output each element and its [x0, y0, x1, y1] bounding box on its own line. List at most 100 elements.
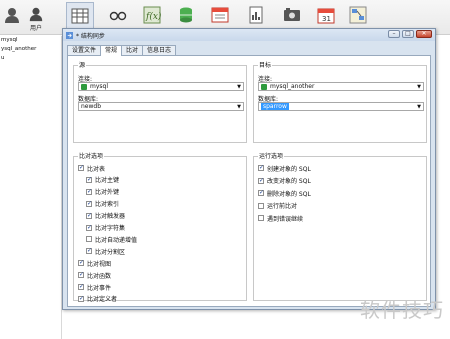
compare-option[interactable]: 比对表 [78, 163, 105, 173]
compare-option-label: 比对字符集 [95, 225, 126, 232]
checkbox-checked[interactable] [86, 176, 92, 183]
table-icon [71, 8, 89, 24]
compare-option[interactable]: 比对自动递增值 [86, 234, 137, 244]
checkbox-checked[interactable] [258, 177, 264, 184]
run-options-title: 运行选项 [258, 153, 285, 160]
compare-option[interactable]: 比对字符集 [86, 223, 125, 233]
compare-option-label: 比对事件 [87, 284, 112, 292]
source-database-select[interactable]: newdb ▼ [78, 102, 244, 111]
compare-option[interactable]: 比对触发器 [86, 211, 125, 221]
tab-message-log[interactable]: 信息日志 [142, 45, 177, 55]
minimize-button[interactable]: – [388, 30, 400, 38]
compare-option-label: 比对分割区 [95, 248, 126, 256]
checkbox-checked[interactable] [78, 283, 84, 290]
close-button[interactable]: ✕ [416, 30, 432, 38]
compare-option-label: 比对外键 [95, 189, 120, 197]
tab-profile[interactable]: 设置文件 [67, 45, 102, 55]
run-option[interactable]: 删除对象的 SQL [258, 188, 311, 198]
checkbox-checked[interactable] [78, 271, 84, 279]
glasses-icon [109, 11, 127, 21]
chevron-down-icon: ▼ [417, 84, 421, 90]
sync-icon [66, 31, 73, 39]
checkbox-unchecked[interactable] [258, 202, 264, 209]
window-title: * 结构同步 [76, 32, 105, 40]
source-database-value: newdb [81, 103, 102, 110]
compare-option[interactable]: 比对事件 [78, 282, 111, 292]
run-option[interactable]: 运行前比对 [258, 201, 297, 211]
chevron-down-icon: ▼ [237, 104, 241, 110]
connection-icon [81, 83, 87, 90]
run-option-label: 删除对象的 SQL [267, 190, 311, 198]
user-icon [5, 8, 19, 23]
form-icon [211, 7, 229, 23]
target-title: 目标 [258, 62, 273, 69]
compare-option-label: 比对索引 [95, 201, 120, 209]
target-connection-select[interactable]: mysql_another ▼ [258, 82, 424, 91]
checkbox-checked[interactable] [258, 189, 264, 197]
structure-sync-window: * 结构同步 – □ ✕ 设置文件 常规 比对 信息日志 源 连接: mysql… [62, 28, 436, 310]
svg-text:f(x): f(x) [145, 11, 161, 22]
run-option[interactable]: 遇到错误继续 [258, 213, 303, 223]
schedule-icon: 31 [317, 8, 335, 24]
compare-option[interactable]: 比对主键 [86, 175, 119, 185]
user-button[interactable]: 用户 [22, 2, 50, 32]
checkbox-checked[interactable] [86, 212, 92, 219]
compare-option-label: 比对视图 [87, 260, 112, 268]
general-tab-content: 源 连接: mysql ▼ 数据库: newdb ▼ 目标 连接: mysql_… [67, 55, 431, 307]
database-icon [180, 7, 192, 23]
chevron-down-icon: ▼ [417, 104, 421, 110]
checkbox-checked[interactable] [86, 188, 92, 195]
checkbox-unchecked[interactable] [258, 215, 264, 222]
compare-option-label: 比对函数 [87, 272, 112, 280]
checkbox-checked[interactable] [78, 295, 84, 302]
target-group: 目标 连接: mysql_another ▼ 数据库: sparrow ▼ [253, 62, 427, 143]
run-options-group: 运行选项 创建对象的 SQL 改变对象的 SQL 删除对象的 SQL 运行前比对遇到错… [253, 153, 427, 301]
compare-option-label: 比对定义者 [87, 296, 118, 304]
target-database-value: sparrow [261, 103, 289, 110]
compare-option-label: 比对触发器 [95, 213, 126, 221]
maximize-button[interactable]: □ [402, 30, 414, 38]
compare-option[interactable]: 比对索引 [86, 199, 119, 209]
connection-sidebar: mysql ysql_another u [0, 36, 62, 339]
source-connection-value: mysql [90, 83, 108, 90]
compare-option[interactable]: 比对分割区 [86, 246, 125, 256]
run-option-label: 创建对象的 SQL [267, 165, 311, 173]
tab-general[interactable]: 常规 [100, 45, 123, 56]
compare-options-group: 比对选项 比对表比对主键比对外键比对索引比对触发器比对字符集比对自动递增值比对分… [73, 153, 247, 304]
run-option-label: 遇到错误继续 [267, 215, 304, 223]
checkbox-checked[interactable] [78, 259, 84, 267]
tab-compare[interactable]: 比对 [121, 45, 144, 55]
checkbox-checked[interactable] [258, 164, 264, 171]
sidebar-item-u[interactable]: u [0, 54, 61, 63]
compare-option-label: 比对自动递增值 [95, 236, 138, 244]
checkbox-checked[interactable] [86, 247, 92, 255]
run-option[interactable]: 改变对象的 SQL [258, 176, 311, 186]
compare-option[interactable]: 比对视图 [78, 258, 111, 268]
checkbox-checked[interactable] [86, 200, 92, 207]
user-icon [29, 7, 43, 22]
compare-options-title: 比对选项 [78, 153, 105, 160]
backup-icon [284, 8, 300, 21]
target-database-select[interactable]: sparrow ▼ [258, 102, 424, 111]
run-option-label: 改变对象的 SQL [267, 178, 311, 186]
chevron-down-icon: ▼ [237, 84, 241, 90]
sidebar-item-mysql-another[interactable]: ysql_another [0, 45, 61, 54]
source-connection-select[interactable]: mysql ▼ [78, 82, 244, 91]
run-option[interactable]: 创建对象的 SQL [258, 163, 311, 173]
tab-bar: 设置文件 常规 比对 信息日志 [67, 45, 177, 56]
compare-option[interactable]: 比对函数 [78, 270, 111, 280]
sidebar-item-mysql[interactable]: mysql [0, 36, 61, 45]
checkbox-checked[interactable] [78, 164, 84, 171]
user-label: 用户 [29, 25, 42, 32]
compare-option[interactable]: 比对定义者 [78, 294, 117, 304]
run-option-label: 运行前比对 [267, 203, 298, 211]
compare-option-label: 比对表 [87, 165, 106, 173]
checkbox-unchecked[interactable] [86, 236, 92, 243]
checkbox-checked[interactable] [86, 224, 92, 231]
connection-icon [261, 83, 267, 90]
compare-option[interactable]: 比对外键 [86, 187, 119, 197]
source-group: 源 连接: mysql ▼ 数据库: newdb ▼ [73, 62, 247, 143]
report-icon [249, 6, 263, 24]
window-titlebar[interactable]: * 结构同步 – □ ✕ [63, 29, 435, 41]
model-icon [349, 6, 367, 24]
